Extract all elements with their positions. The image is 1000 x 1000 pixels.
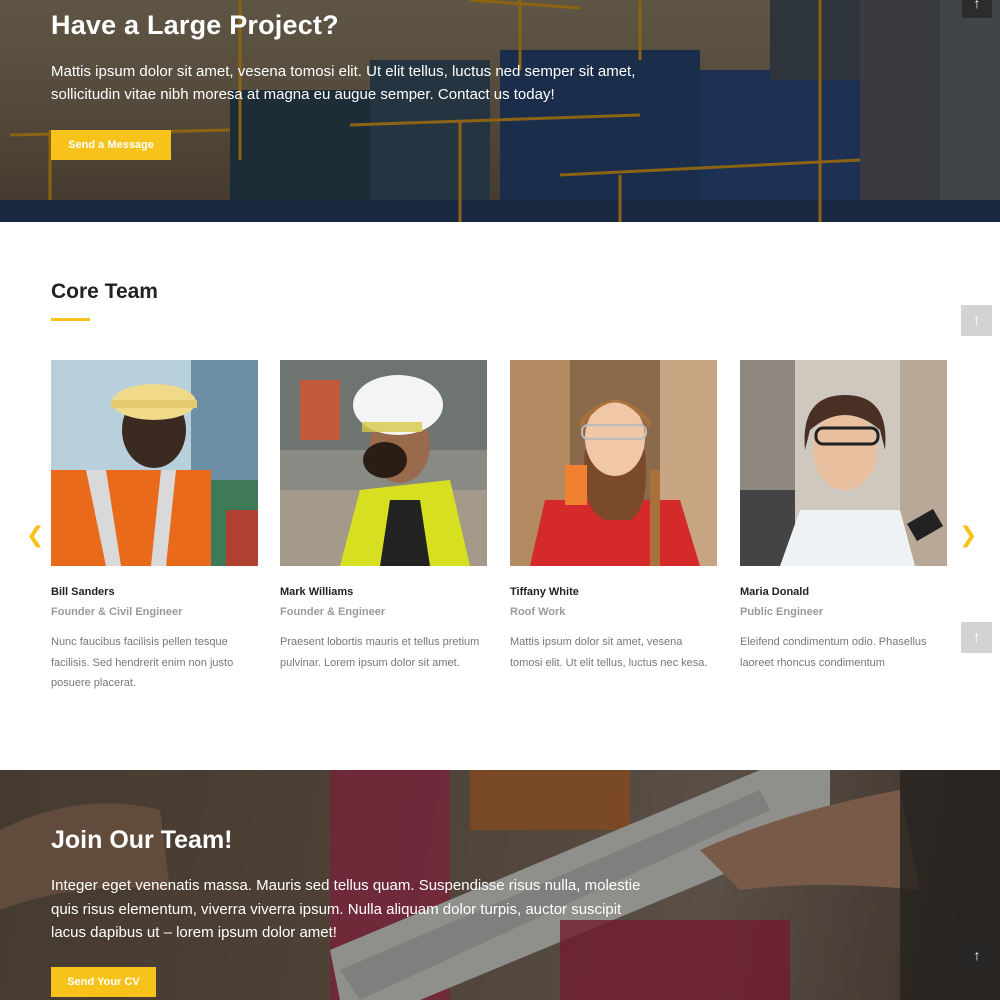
arrow-up-icon: ↑ [973,947,981,963]
arrow-up-icon: ↑ [972,312,981,329]
hero-text: Mattis ipsum dolor sit amet, vesena tomo… [51,63,636,103]
team-member-card[interactable]: Mark Williams Founder & Engineer Praesen… [280,360,487,673]
join-text: Integer eget venenatis massa. Mauris sed… [51,877,641,941]
team-member-card[interactable]: Bill Sanders Founder & Civil Engineer Nu… [51,360,258,694]
team-member-photo [740,360,947,566]
scroll-top-button[interactable]: ↑ [962,0,992,18]
member-role: Roof Work [510,606,566,618]
member-name: Maria Donald [740,586,810,598]
team-member-card[interactable]: Tiffany White Roof Work Mattis ipsum dol… [510,360,717,673]
member-bio: Praesent lobortis mauris et tellus preti… [280,636,480,669]
member-bio: Nunc faucibus facilisis pellen tesque fa… [51,636,234,689]
member-bio: Mattis ipsum dolor sit amet, vesena tomo… [510,636,708,669]
chevron-right-icon[interactable]: ❯ [959,522,977,548]
team-member-photo [280,360,487,566]
hero-title: Have a Large Project? [51,10,339,40]
member-role: Founder & Civil Engineer [51,606,183,618]
send-message-button[interactable]: Send a Message [51,130,171,160]
member-bio: Eleifend condimentum odio. Phasellus lao… [740,636,927,669]
scroll-top-button[interactable]: ↑ [962,940,992,970]
member-role: Founder & Engineer [280,606,386,618]
cta-banner-join-team: Join Our Team! Integer eget venenatis ma… [0,770,1000,1000]
arrow-up-icon: ↑ [972,629,981,646]
team-member-card[interactable]: Maria Donald Public Engineer Eleifend co… [740,360,947,673]
chevron-left-icon[interactable]: ❮ [26,522,44,548]
join-title: Join Our Team! [51,826,233,854]
scroll-top-button[interactable]: ↑ [961,622,992,653]
member-name: Mark Williams [280,586,354,598]
team-member-photo [510,360,717,566]
send-cv-button[interactable]: Send Your CV [51,967,156,997]
arrow-up-icon: ↑ [973,0,981,11]
core-team-section: Core Team ❮ ❯ Bill Sanders Founder & Civ… [0,222,1000,770]
member-name: Tiffany White [510,586,579,598]
section-title: Core Team [51,280,158,303]
team-member-photo [51,360,258,566]
title-underline [51,318,90,321]
member-name: Bill Sanders [51,586,115,598]
member-role: Public Engineer [740,606,824,618]
scroll-top-button[interactable]: ↑ [961,305,992,336]
cta-banner-large-project: Have a Large Project? Mattis ipsum dolor… [0,0,1000,222]
